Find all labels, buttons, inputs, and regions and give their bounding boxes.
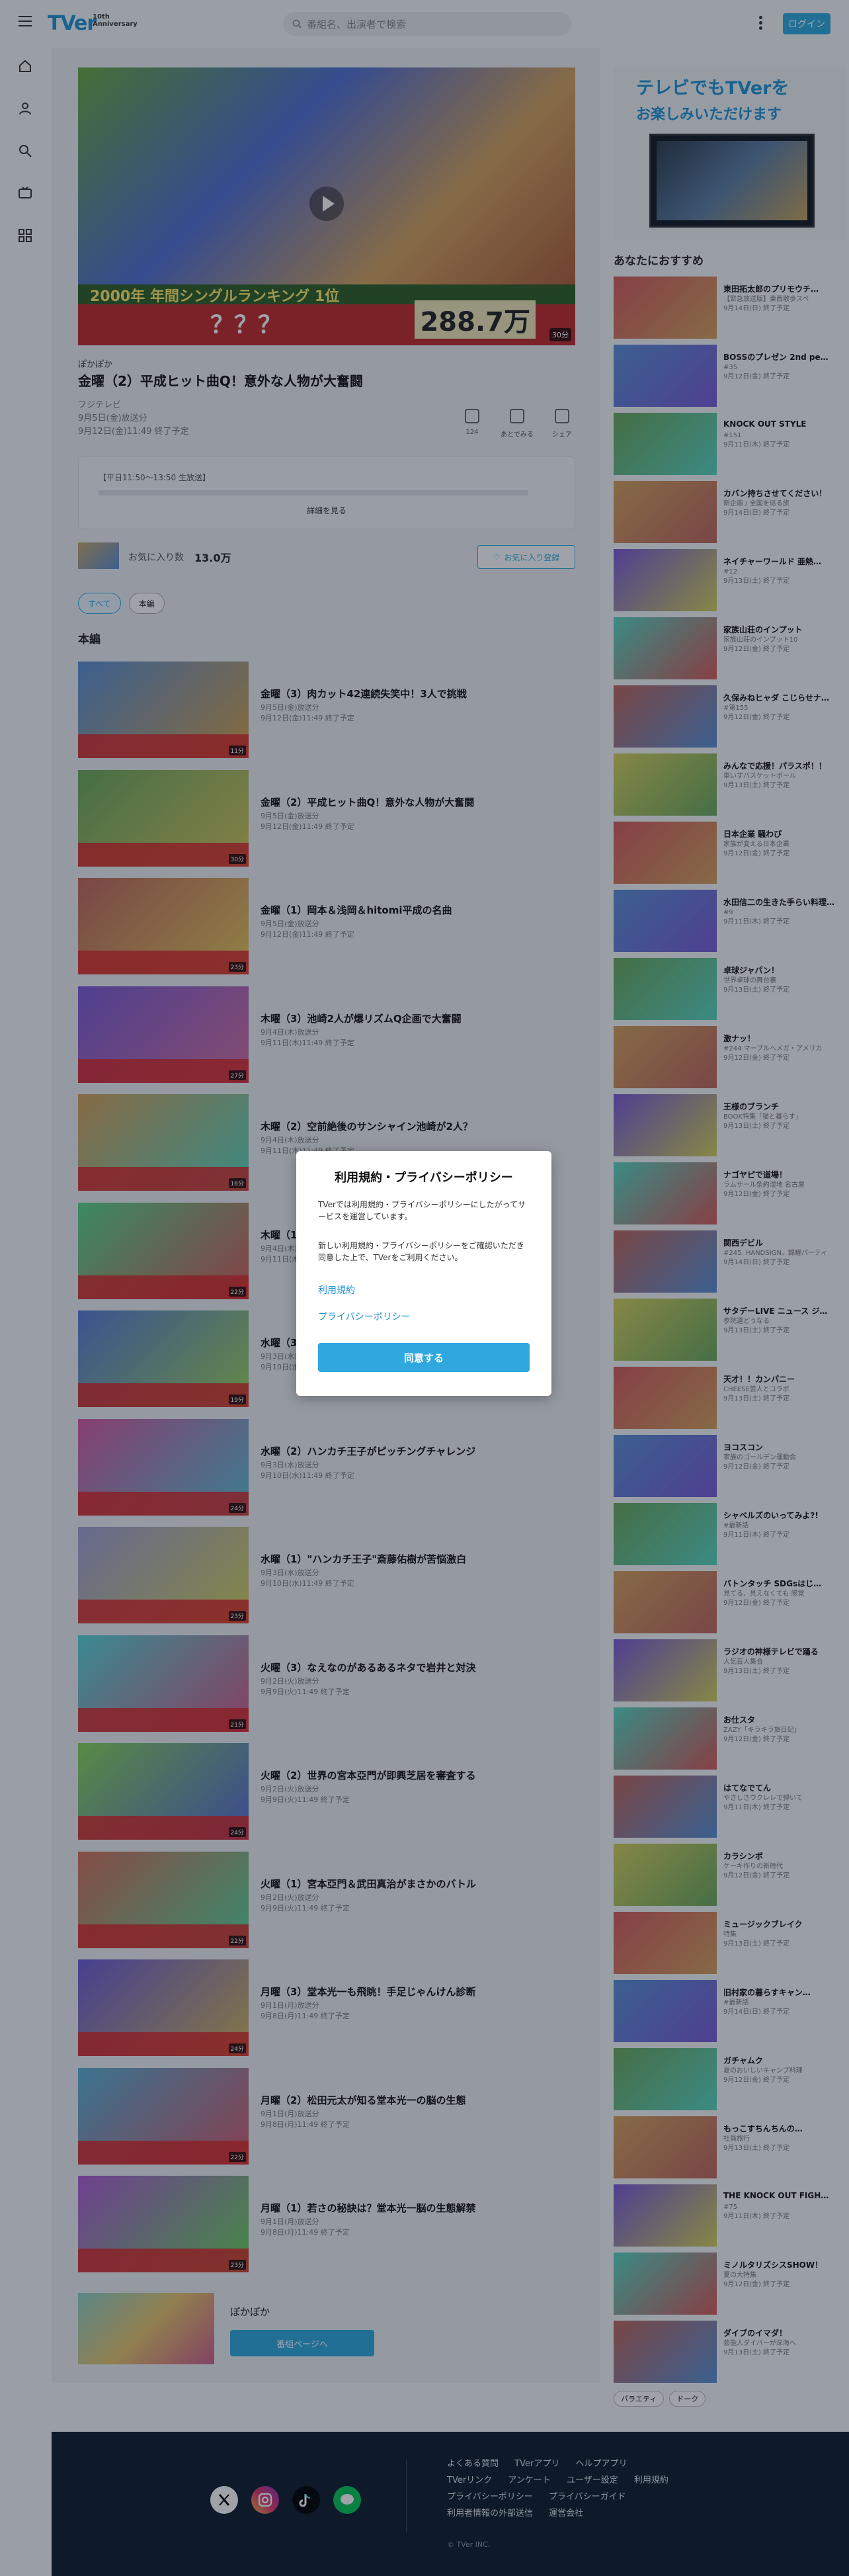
agree-button[interactable]: 同意する [318, 1343, 530, 1372]
modal-paragraph-1: TVerでは利用規約・プライバシーポリシーにしたがってサービスを運営しています。 [318, 1200, 526, 1221]
privacy-link[interactable]: プライバシーポリシー [318, 1310, 411, 1323]
terms-link[interactable]: 利用規約 [318, 1283, 355, 1297]
terms-modal: 利用規約・プライバシーポリシー TVerでは利用規約・プライバシーポリシーにした… [296, 1151, 551, 1396]
modal-title: 利用規約・プライバシーポリシー [335, 1171, 513, 1185]
modal-paragraph-2: 新しい利用規約・プライバシーポリシーをご確認いただき同意した上で、TVerをご利… [318, 1241, 524, 1262]
